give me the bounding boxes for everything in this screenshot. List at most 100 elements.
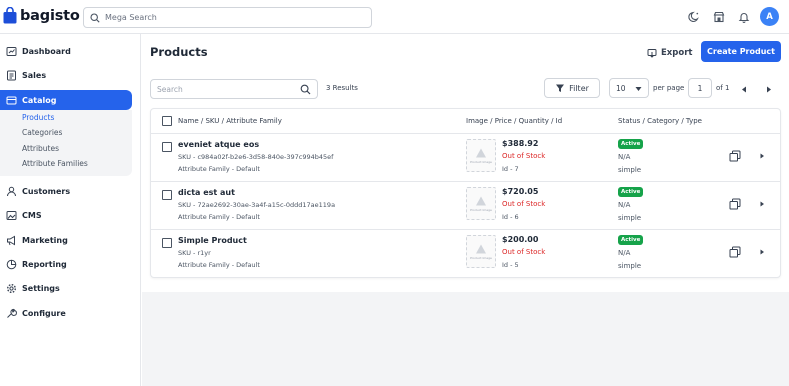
search-icon[interactable] — [300, 84, 311, 95]
copy-icon[interactable] — [729, 150, 741, 162]
image-placeholder-text: Product Image — [470, 256, 492, 260]
sidebar-item-customers[interactable]: Customers — [0, 181, 132, 201]
notification-bell-icon[interactable] — [737, 10, 751, 24]
sidebar-item-label: Dashboard — [22, 46, 71, 56]
cms-icon — [5, 209, 17, 221]
sidebar: Dashboard Sales Catalog Products Categor… — [0, 34, 141, 386]
product-price: $200.00 — [502, 235, 539, 244]
sidebar-item-sales[interactable]: Sales — [0, 65, 132, 85]
sidebar-item-reporting[interactable]: Reporting — [0, 254, 132, 274]
product-name: Simple Product — [178, 236, 247, 245]
sidebar-item-catalog[interactable]: Catalog — [0, 90, 132, 110]
image-placeholder-text: Product Image — [470, 160, 492, 164]
mega-search[interactable] — [83, 7, 372, 28]
storefront-icon[interactable] — [712, 10, 726, 24]
product-category: N/A — [618, 201, 631, 209]
reporting-icon — [5, 258, 17, 270]
bagisto-logo[interactable]: bagisto — [3, 6, 80, 24]
user-avatar[interactable]: A — [760, 7, 779, 26]
sales-icon — [5, 69, 17, 81]
stock-status: Out of Stock — [502, 200, 546, 208]
sidebar-item-dashboard[interactable]: Dashboard — [0, 41, 132, 61]
sidebar-item-label: Sales — [22, 70, 47, 80]
table-row: dicta est aut SKU - 72ae2692-30ae-3a4f-a… — [151, 182, 780, 230]
marketing-icon — [5, 234, 17, 246]
image-placeholder-icon — [476, 244, 486, 254]
catalog-icon — [5, 94, 17, 106]
per-page-value: 10 — [616, 83, 626, 93]
sidebar-item-configure[interactable]: Configure — [0, 303, 132, 323]
product-price: $388.92 — [502, 139, 539, 148]
sidebar-item-cms[interactable]: CMS — [0, 205, 132, 225]
table-search-input[interactable] — [157, 84, 292, 94]
catalog-submenu: Products Categories Attributes Attribute… — [0, 110, 132, 176]
view-arrow-icon[interactable] — [758, 248, 766, 256]
table-row: eveniet atque eos SKU - c984a02f-b2e6-3d… — [151, 134, 780, 182]
product-type: simple — [618, 214, 642, 222]
wrench-icon — [5, 307, 17, 319]
per-page-select[interactable]: 10 — [609, 78, 649, 98]
table-search[interactable] — [150, 79, 318, 99]
column-header-status[interactable]: Status / Category / Type — [618, 117, 702, 125]
row-checkbox[interactable] — [162, 142, 172, 152]
product-family: Attribute Family - Default — [178, 213, 260, 221]
submenu-item-attribute-families[interactable]: Attribute Families — [22, 159, 88, 168]
sidebar-item-label: Settings — [22, 283, 60, 293]
view-arrow-icon[interactable] — [758, 200, 766, 208]
caret-down-icon — [635, 87, 642, 91]
mega-search-input[interactable] — [105, 13, 355, 22]
sidebar-item-marketing[interactable]: Marketing — [0, 230, 132, 250]
product-image-placeholder: Product Image — [466, 187, 496, 220]
products-table: Name / SKU / Attribute Family Image / Pr… — [150, 108, 781, 278]
submenu-item-products[interactable]: Products — [22, 113, 54, 122]
sidebar-item-label: Marketing — [22, 235, 68, 245]
page-total-label: of 1 — [716, 84, 730, 92]
submenu-item-categories[interactable]: Categories — [22, 128, 62, 137]
main-content: Products Export Create Product 3 Results… — [142, 34, 789, 386]
filter-button[interactable]: Filter — [544, 78, 600, 98]
page-number-input[interactable] — [688, 78, 712, 98]
copy-icon[interactable] — [729, 198, 741, 210]
create-product-button[interactable]: Create Product — [701, 41, 781, 62]
next-page-icon[interactable] — [764, 84, 774, 94]
sidebar-item-label: CMS — [22, 210, 42, 220]
product-image-placeholder: Product Image — [466, 235, 496, 268]
column-header-name[interactable]: Name / SKU / Attribute Family — [178, 117, 282, 125]
sidebar-item-label: Catalog — [22, 95, 57, 105]
stock-status: Out of Stock — [502, 248, 546, 256]
product-family: Attribute Family - Default — [178, 165, 260, 173]
product-category: N/A — [618, 249, 631, 257]
top-header: bagisto A — [0, 0, 789, 34]
export-button[interactable]: Export — [647, 44, 692, 62]
export-label: Export — [661, 48, 693, 58]
row-checkbox[interactable] — [162, 238, 172, 248]
dark-mode-icon[interactable] — [687, 10, 701, 24]
column-header-image[interactable]: Image / Price / Quantity / Id — [466, 117, 562, 125]
product-sku: SKU - c984a02f-b2e6-3d58-840e-397c994b45… — [178, 153, 334, 161]
table-header: Name / SKU / Attribute Family Image / Pr… — [151, 109, 780, 134]
view-arrow-icon[interactable] — [758, 152, 766, 160]
product-sku: SKU - 72ae2692-30ae-3a4f-a15c-0ddd17ae11… — [178, 201, 336, 209]
product-name: eveniet atque eos — [178, 140, 260, 149]
product-family: Attribute Family - Default — [178, 261, 260, 269]
image-placeholder-text: Product Image — [470, 208, 492, 212]
logo-text: bagisto — [20, 7, 80, 24]
product-id: Id - 5 — [502, 261, 519, 269]
shopping-bag-icon — [3, 6, 17, 24]
sidebar-item-label: Customers — [22, 186, 71, 196]
copy-icon[interactable] — [729, 246, 741, 258]
customers-icon — [5, 185, 17, 197]
dashboard-icon — [5, 45, 17, 57]
prev-page-icon[interactable] — [739, 84, 749, 94]
search-icon — [90, 12, 100, 23]
settings-gear-icon — [5, 282, 17, 294]
row-checkbox[interactable] — [162, 190, 172, 200]
product-image-placeholder: Product Image — [466, 139, 496, 172]
product-type: simple — [618, 166, 642, 174]
page-title: Products — [150, 45, 208, 59]
image-placeholder-icon — [476, 148, 486, 158]
sidebar-item-settings[interactable]: Settings — [0, 278, 132, 298]
select-all-checkbox[interactable] — [162, 116, 172, 126]
product-type: simple — [618, 262, 642, 270]
submenu-item-attributes[interactable]: Attributes — [22, 144, 59, 153]
